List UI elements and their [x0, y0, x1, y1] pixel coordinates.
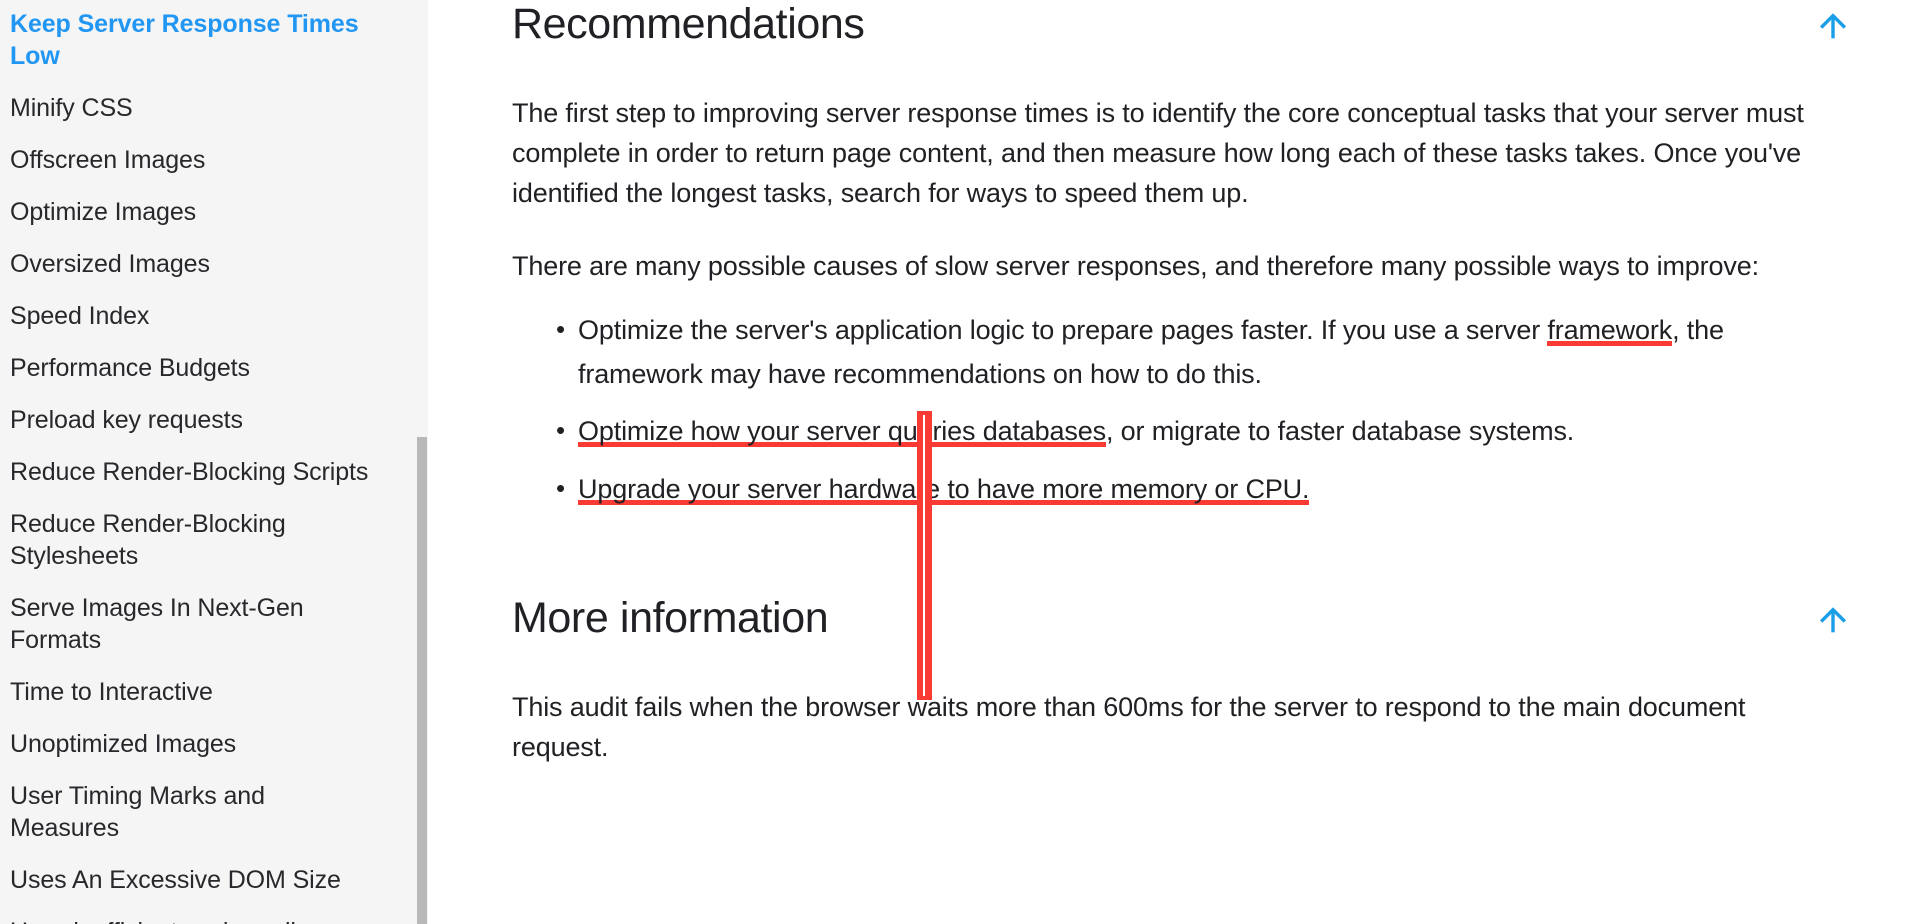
recommendation-bullet: Optimize how your server queries databas…	[512, 409, 1842, 454]
recommendations-paragraph-1: The first step to improving server respo…	[512, 98, 1804, 208]
sidebar-item-user-timing-marks-and-measures[interactable]: User Timing Marks and Measures	[0, 770, 400, 854]
recommendations-paragraph-2: There are many possible causes of slow s…	[512, 251, 1759, 282]
recommendations-title: Recommendations	[512, 0, 865, 48]
sidebar-item-reduce-render-blocking-scripts[interactable]: Reduce Render-Blocking Scripts	[0, 446, 400, 498]
more-information-paragraph-1: This audit fails when the browser waits …	[512, 692, 1746, 762]
recommendations-header: Recommendations	[428, 0, 1910, 48]
bullet-text-before: Optimize the server's application logic …	[578, 314, 1548, 345]
sidebar-item-time-to-interactive[interactable]: Time to Interactive	[0, 666, 400, 718]
red-underline-annotation: Optimize how your server queries databas…	[578, 416, 1106, 448]
arrow-up-icon[interactable]	[1816, 10, 1850, 44]
bullet-text-after: , or migrate to faster database systems.	[1105, 416, 1575, 447]
page-root: Keep Server Response Times Low Minify CSS…	[0, 0, 1910, 924]
sidebar-item-preload-key-requests[interactable]: Preload key requests	[0, 394, 400, 446]
sidebar-item-optimize-images[interactable]: Optimize Images	[0, 186, 400, 238]
sidebar-item-unoptimized-images[interactable]: Unoptimized Images	[0, 718, 400, 770]
more-information-section: More information This audit fails when t…	[428, 594, 1910, 768]
red-underline-annotation: Upgrade your server hardware to have mor…	[578, 474, 1310, 506]
sidebar-item-serve-images-in-next-gen-formats[interactable]: Serve Images In Next-Gen Formats	[0, 582, 400, 666]
arrow-up-icon[interactable]	[1816, 604, 1850, 638]
sidebar-item-reduce-render-blocking-stylesheets[interactable]: Reduce Render-Blocking Stylesheets	[0, 498, 400, 582]
main-content: Recommendations The first step to improv…	[428, 0, 1910, 924]
sidebar-item-keep-server-response-times-low[interactable]: Keep Server Response Times Low	[0, 0, 400, 82]
recommendation-bullet: Optimize the server's application logic …	[512, 308, 1842, 396]
more-information-header: More information	[428, 594, 1910, 642]
sidebar-item-uses-an-excessive-dom-size[interactable]: Uses An Excessive DOM Size	[0, 854, 400, 906]
sidebar-navigation: Keep Server Response Times Low Minify CSS…	[0, 0, 428, 924]
sidebar-item-uses-inefficient-cache-policy-on-static-assets[interactable]: Uses inefficient cache policy on static …	[0, 906, 400, 924]
sidebar-item-oversized-images[interactable]: Oversized Images	[0, 238, 400, 290]
red-underline-annotation: framework	[1547, 314, 1673, 346]
sidebar-item-minify-css[interactable]: Minify CSS	[0, 82, 400, 134]
sidebar-item-performance-budgets[interactable]: Performance Budgets	[0, 342, 400, 394]
sidebar-item-offscreen-images[interactable]: Offscreen Images	[0, 134, 400, 186]
sidebar-scrollbar-track[interactable]	[417, 0, 428, 924]
sidebar-item-speed-index[interactable]: Speed Index	[0, 290, 400, 342]
recommendation-bullet: Upgrade your server hardware to have mor…	[512, 467, 1842, 512]
recommendations-section: Recommendations The first step to improv…	[428, 0, 1910, 700]
more-information-title: More information	[512, 593, 829, 642]
recommendations-bullet-list: Optimize the server's application logic …	[428, 308, 1910, 512]
sidebar-scrollbar-thumb[interactable]	[417, 437, 427, 924]
sidebar-item-list: Keep Server Response Times Low Minify CSS…	[0, 0, 428, 924]
